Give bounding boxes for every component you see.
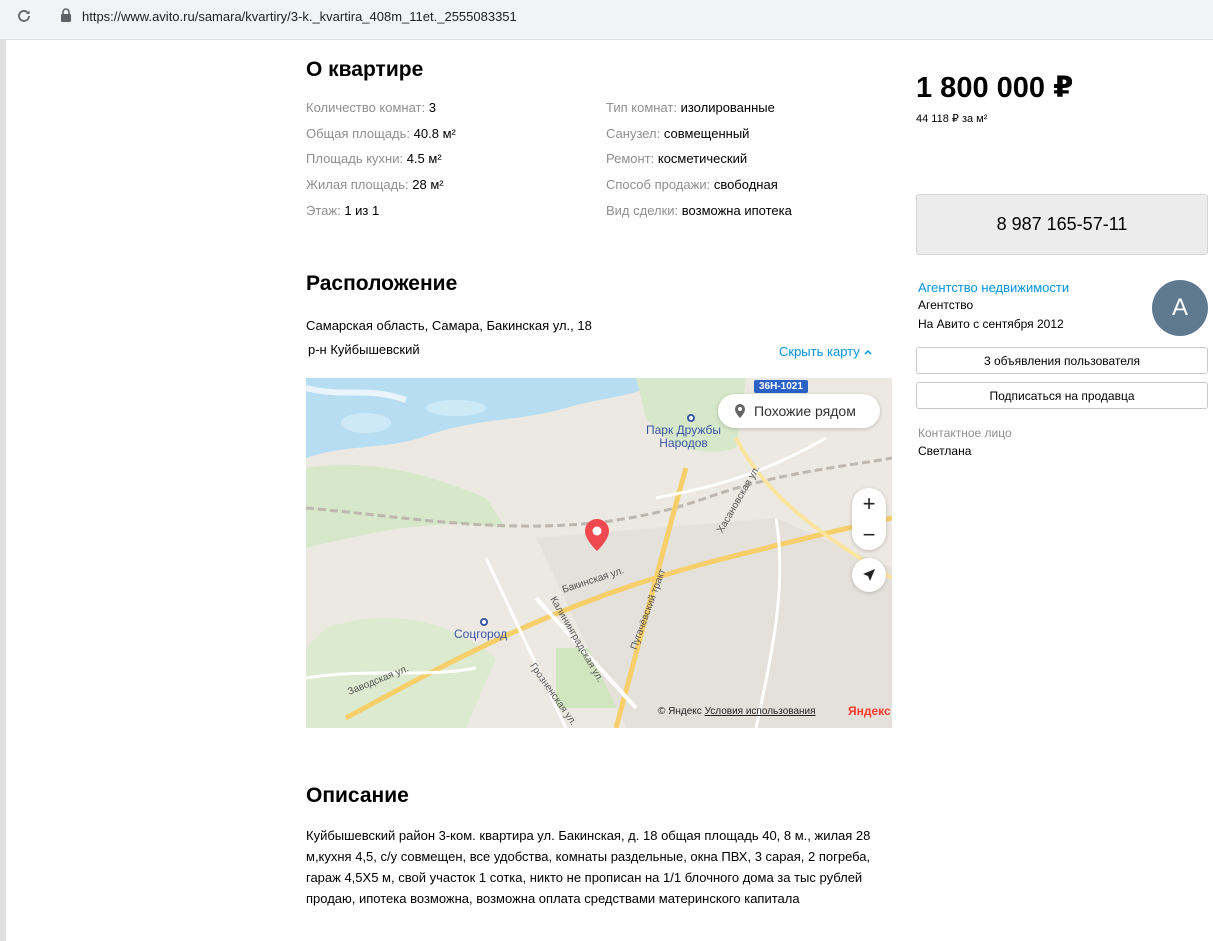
similar-nearby-label: Похожие рядом [754,403,856,419]
map-zoom-control: + − [852,488,886,550]
url-field[interactable]: https://www.avito.ru/samara/kvartiry/3-k… [82,9,517,24]
subscribe-seller-button[interactable]: Подписаться на продавца [916,382,1208,409]
map-attribution: © Яндекс Условия использования [658,706,816,717]
seller-avatar[interactable]: А [1152,280,1208,336]
param-value: совмещенный [663,126,750,141]
contact-person-name: Светлана [918,444,972,458]
price-per-meter: 44 118 ₽ за м² [916,113,988,125]
description-text: Куйбышевский район 3-ком. квартира ул. Б… [306,828,871,906]
contact-person-label: Контактное лицо [918,426,1012,440]
socgorod-poi-icon [480,618,488,626]
param-key: Тип комнат: [606,100,681,115]
map-label-socgorod: Соцгород [454,627,508,641]
param-kitchen-area: Площадь кухни: 4.5 м² [306,151,442,167]
map-copyright: © Яндекс [658,706,702,717]
reload-icon[interactable] [14,6,34,26]
similar-nearby-button[interactable]: Похожие рядом [718,394,880,428]
navigation-arrow-icon [863,569,875,581]
param-key: Санузел: [606,126,664,141]
param-key: Количество комнат: [306,100,429,115]
param-sale-method: Способ продажи: свободная [606,177,778,193]
param-key: Площадь кухни: [306,151,407,166]
seller-listings-button[interactable]: 3 объявления пользователя [916,347,1208,374]
page-edge-divider [0,40,6,941]
seller-since: На Авито с сентября 2012 [918,317,1064,331]
param-value: 40.8 м² [413,126,456,141]
chevron-up-icon [864,349,872,355]
map-terms-link[interactable]: Условия использования [705,706,816,717]
param-bathroom: Санузел: совмещенный [606,126,749,142]
price: 1 800 000 ₽ [916,72,1074,104]
yandex-logo: Яндекс [848,704,891,718]
param-key: Вид сделки: [606,203,682,218]
lock-icon [60,8,74,22]
param-total-area: Общая площадь: 40.8 м² [306,126,456,142]
param-renovation: Ремонт: косметический [606,151,747,167]
param-value: 3 [428,100,436,115]
section-title-location: Расположение [306,272,458,295]
param-floor: Этаж: 1 из 1 [306,203,379,219]
param-key: Способ продажи: [606,177,714,192]
param-value: 4.5 м² [406,151,442,166]
param-value: свободная [713,177,778,192]
map-label-park: Парк Дружбы Народов [646,424,721,450]
seller-type: Агентство [918,298,974,312]
param-value: изолированные [680,100,775,115]
param-room-type: Тип комнат: изолированные [606,100,775,116]
zoom-out-button[interactable]: − [852,519,886,550]
geolocate-button[interactable] [852,558,886,592]
param-deal-type: Вид сделки: возможна ипотека [606,203,792,219]
seller-name-link[interactable]: Агентство недвижимости [918,280,1069,295]
param-living-area: Жилая площадь: 28 м² [306,177,444,193]
param-key: Этаж: [306,203,345,218]
section-title-about: О квартире [306,58,424,81]
hide-map-link[interactable]: Скрыть карту [779,344,872,359]
param-key: Общая площадь: [306,126,414,141]
location-map[interactable]: 36Н-1021 Похожие рядом Парк Дружбы Народ… [306,378,892,728]
param-value: возможна ипотека [681,203,792,218]
section-title-description: Описание [306,784,409,807]
road-shield-badge: 36Н-1021 [754,380,808,393]
param-value: 1 из 1 [344,203,380,218]
param-key: Ремонт: [606,151,658,166]
param-value: 28 м² [412,177,444,192]
map-label-park-line2: Народов [659,436,708,450]
browser-address-bar: https://www.avito.ru/samara/kvartiry/3-k… [0,0,1213,40]
param-key: Жилая площадь: [306,177,413,192]
map-pin-icon [735,404,745,418]
hide-map-label: Скрыть карту [779,344,860,359]
address-text: Самарская область, Самара, Бакинская ул.… [306,318,592,333]
location-marker-icon[interactable] [585,519,609,556]
show-phone-button[interactable]: 8 987 165-57-11 [916,194,1208,255]
param-value: косметический [657,151,748,166]
district-text: р-н Куйбышевский [308,342,420,357]
park-poi-icon [687,414,695,422]
zoom-in-button[interactable]: + [852,488,886,519]
param-rooms: Количество комнат: 3 [306,100,436,116]
